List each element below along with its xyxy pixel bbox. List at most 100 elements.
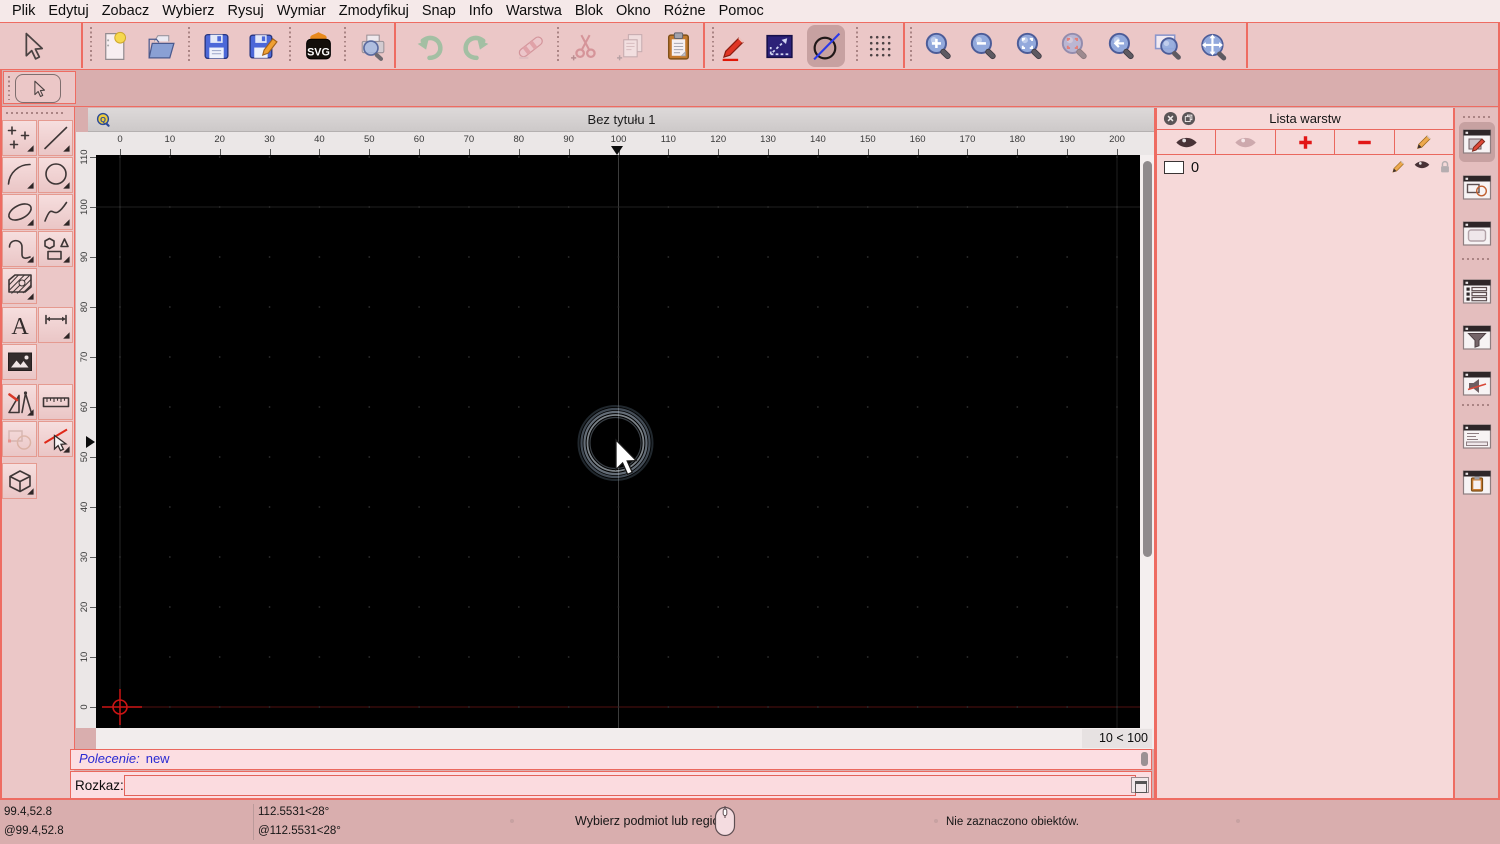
panel-toggle-history-button[interactable] <box>1459 417 1495 457</box>
panel-toggle-filter-button[interactable] <box>1459 318 1495 358</box>
copy-button[interactable] <box>613 25 651 67</box>
visibility-eye-icon[interactable] <box>1413 158 1431 176</box>
ellipse-tool-button[interactable] <box>2 194 37 230</box>
menu-item-10[interactable]: Blok <box>575 3 603 19</box>
circle-tool-button[interactable] <box>38 157 73 193</box>
drafting-tools-tool-button[interactable] <box>2 384 37 420</box>
edit-pencil-icon[interactable] <box>1389 158 1407 176</box>
dock-handle[interactable] <box>1463 116 1491 118</box>
selection-arrow-button[interactable] <box>12 25 50 67</box>
snap-pointer-tool-button[interactable] <box>38 421 73 457</box>
delete-button[interactable] <box>511 25 549 67</box>
layer-color-swatch[interactable] <box>1164 161 1184 174</box>
dock-separator <box>1462 404 1492 406</box>
shapes-tool-button[interactable] <box>38 231 73 267</box>
arc-tool-button[interactable] <box>2 157 37 193</box>
menu-item-6[interactable]: Zmodyfikuj <box>339 3 409 19</box>
modify-tool-button[interactable] <box>2 421 37 457</box>
zoom-out-button[interactable] <box>965 25 1003 67</box>
menu-item-4[interactable]: Rysuj <box>228 3 264 19</box>
hatch-tool-button[interactable] <box>2 268 37 304</box>
paste-button[interactable] <box>659 25 697 67</box>
hatch-icon <box>7 274 34 300</box>
selection-arrow-button[interactable] <box>15 74 61 103</box>
redo-icon <box>462 35 488 60</box>
zoom-previous-button[interactable] <box>1103 25 1141 67</box>
dimension-tool-button[interactable] <box>38 307 73 343</box>
document-titlebar[interactable]: Q Bez tytułu 1 <box>88 108 1155 132</box>
box-3d-icon <box>8 470 34 495</box>
menu-item-3[interactable]: Wybierz <box>162 3 214 19</box>
save-icon <box>203 33 229 59</box>
menu-item-11[interactable]: Okno <box>616 3 651 19</box>
remove-layer-button[interactable] <box>1335 130 1395 155</box>
zoom-selection-button[interactable] <box>1056 25 1094 67</box>
points-tool-button[interactable] <box>2 120 37 156</box>
zoom-auto-button[interactable] <box>1011 25 1049 67</box>
spline-tool-button[interactable] <box>38 194 73 230</box>
toolbar-separator <box>344 27 346 64</box>
undo-button[interactable] <box>410 25 448 67</box>
menu-item-8[interactable]: Info <box>469 3 493 19</box>
add-layer-button[interactable] <box>1275 130 1336 155</box>
hide-all-layers-button[interactable] <box>1216 130 1276 155</box>
layer-row[interactable]: 0 <box>1157 155 1453 180</box>
toolbar-separator <box>289 27 291 64</box>
save-as-button[interactable] <box>243 25 281 67</box>
text-tool-button[interactable]: A <box>2 307 37 343</box>
command-history-scrollbar[interactable] <box>1141 752 1148 766</box>
menu-item-1[interactable]: Edytuj <box>48 3 88 19</box>
construction-layer-button[interactable] <box>807 25 845 67</box>
command-options-button[interactable] <box>1131 777 1149 793</box>
menu-item-13[interactable]: Pomoc <box>719 3 764 19</box>
panel-toggle-blocks-button[interactable] <box>1459 168 1495 208</box>
panel-toggle-editor-button[interactable] <box>1459 122 1495 162</box>
polyline-tool-button[interactable] <box>2 231 37 267</box>
menu-item-7[interactable]: Snap <box>422 3 456 19</box>
panel-toggle-clipboard-button[interactable] <box>1459 463 1495 503</box>
h-ruler-label: 200 <box>1109 134 1125 145</box>
image-tool-button[interactable] <box>2 344 37 380</box>
zoom-auto-icon <box>1016 32 1042 59</box>
coordinate-relative: @99.4,52.8 <box>4 825 64 837</box>
vertical-scrollbar[interactable] <box>1140 155 1155 728</box>
menu-item-5[interactable]: Wymiar <box>277 3 326 19</box>
menu-item-12[interactable]: Różne <box>664 3 706 19</box>
menu-item-0[interactable]: Plik <box>12 3 35 19</box>
redo-button[interactable] <box>457 25 495 67</box>
show-all-layers-button[interactable] <box>1157 130 1217 155</box>
lock-icon[interactable] <box>1436 158 1454 176</box>
undo-icon <box>417 35 443 60</box>
menu-item-2[interactable]: Zobacz <box>102 3 150 19</box>
horizontal-scrollbar[interactable]: 10 < 100 <box>96 728 1155 749</box>
new-document-button[interactable] <box>95 25 133 67</box>
zoom-window-button[interactable] <box>1149 25 1187 67</box>
grid-button[interactable] <box>861 25 899 67</box>
restrict-orthogonal-button[interactable] <box>760 25 798 67</box>
command-history-label: Polecenie: <box>79 751 140 766</box>
pan-button[interactable] <box>1195 25 1233 67</box>
v-ruler-label: 90 <box>79 251 90 263</box>
save-button[interactable] <box>197 25 235 67</box>
palette-handle[interactable] <box>6 112 66 114</box>
menu-item-9[interactable]: Warstwa <box>506 3 562 19</box>
line-tool-button[interactable] <box>38 120 73 156</box>
panel-toggle-command-button[interactable] <box>1459 364 1495 404</box>
vertical-scrollbar-thumb[interactable] <box>1143 161 1152 557</box>
zoom-in-button[interactable] <box>920 25 958 67</box>
cut-button[interactable] <box>566 25 604 67</box>
edit-layer-button[interactable] <box>1394 130 1454 155</box>
panel-toggle-properties-button[interactable] <box>1459 272 1495 312</box>
pen-button[interactable] <box>714 25 752 67</box>
command-input[interactable] <box>124 775 1136 796</box>
drawing-canvas[interactable] <box>96 155 1140 728</box>
h-ruler-label: 30 <box>264 134 275 145</box>
toolbar-handle[interactable] <box>8 76 10 100</box>
print-preview-button[interactable] <box>353 25 391 67</box>
open-folder-button[interactable] <box>141 25 179 67</box>
svg-export-button[interactable]: SVG <box>299 25 337 67</box>
box-3d-tool-button[interactable] <box>2 463 37 499</box>
measure-tool-button[interactable] <box>38 384 73 420</box>
panel-toggle-library-button[interactable] <box>1459 214 1495 254</box>
selection-status: Nie zaznaczono obiektów. <box>946 816 1079 828</box>
